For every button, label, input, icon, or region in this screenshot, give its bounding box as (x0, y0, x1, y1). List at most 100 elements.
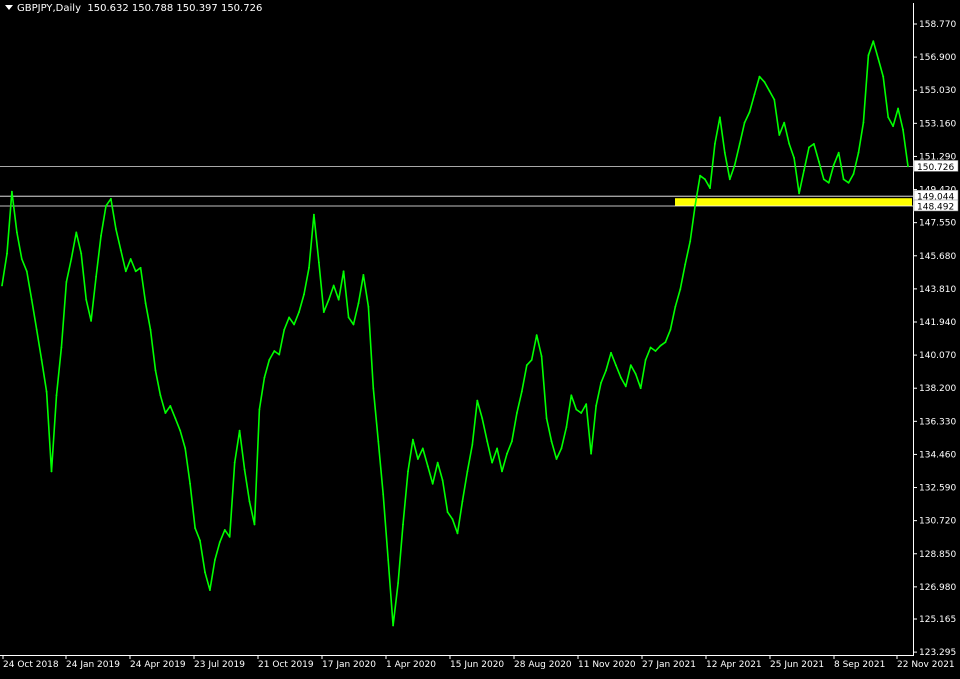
price-point (80, 252, 83, 255)
price-point (456, 532, 459, 535)
price-point (362, 274, 365, 276)
price-point (620, 376, 622, 379)
price-point (20, 258, 23, 260)
y-tick-label: 130.720 (919, 517, 956, 527)
chart-canvas[interactable]: 158.770156.900155.030153.160151.290149.4… (0, 0, 960, 675)
price-point (580, 412, 583, 414)
price-point (644, 359, 647, 361)
price-point (897, 107, 899, 110)
price-point (857, 151, 860, 154)
price-point (793, 157, 795, 159)
y-tick-label: 136.330 (919, 417, 956, 427)
x-tick-label: 23 Jul 2019 (194, 660, 245, 670)
x-tick-label: 22 Nov 2021 (897, 660, 955, 670)
price-point (679, 288, 682, 290)
price-point (694, 204, 696, 207)
price-point (555, 458, 558, 460)
price-point (268, 359, 271, 361)
price-point (481, 417, 484, 420)
price-point (511, 440, 513, 443)
price-point (223, 529, 226, 531)
price-point (95, 275, 97, 278)
price-point (45, 390, 48, 393)
price-point (684, 263, 687, 266)
y-tick-label: 138.200 (919, 384, 956, 394)
dropdown-triangle-icon[interactable] (5, 5, 13, 10)
price-point (575, 408, 578, 411)
price-point (738, 143, 741, 145)
price-point (768, 89, 771, 92)
price-point (184, 447, 187, 450)
price-point (392, 624, 394, 627)
price-point (605, 369, 607, 372)
price-point (585, 403, 588, 405)
price-point (540, 355, 543, 358)
y-tick-label: 140.070 (919, 351, 956, 361)
price-point (149, 328, 152, 331)
price-point (318, 261, 320, 264)
price-point (466, 470, 469, 473)
y-tick-label: 145.680 (919, 252, 956, 262)
price-point (30, 298, 33, 301)
price-series-line (1, 40, 909, 627)
price-point (367, 305, 370, 308)
y-tick-label: 155.030 (919, 86, 956, 96)
price-point (436, 461, 439, 464)
price-point (733, 164, 736, 167)
price-point (719, 116, 721, 119)
price-point (496, 447, 498, 450)
price-point (892, 125, 894, 128)
price-point (590, 452, 592, 455)
price-point (506, 452, 508, 455)
ohlc-readout: 150.632 150.788 150.397 150.726 (87, 3, 263, 14)
price-point (164, 412, 167, 414)
price-point (867, 54, 870, 57)
y-tick-label: 153.160 (919, 119, 956, 129)
price-point (421, 447, 424, 450)
x-tick-label: 24 Oct 2018 (3, 660, 59, 670)
price-point (412, 438, 414, 441)
price-point (763, 81, 766, 83)
price-point (451, 518, 454, 521)
price-point (773, 98, 776, 101)
price-point (218, 541, 221, 544)
price-point (372, 387, 375, 390)
price-point (119, 249, 122, 252)
price-point (837, 151, 840, 154)
price-point (629, 364, 632, 367)
y-tick-label: 158.770 (919, 20, 956, 30)
price-point (560, 447, 563, 450)
price-point (491, 461, 493, 464)
y-tick-label: 123.295 (919, 648, 956, 658)
price-point (446, 511, 449, 513)
price-point (728, 178, 731, 181)
price-point (872, 40, 875, 43)
y-tick-label: 132.590 (919, 484, 956, 494)
price-point (40, 359, 43, 361)
price-point (748, 111, 751, 113)
price-point (75, 231, 78, 234)
price-point (253, 523, 256, 526)
price-point (397, 582, 399, 584)
price-point (808, 146, 810, 149)
price-point (387, 559, 390, 561)
price-point (520, 390, 523, 393)
price-point (847, 181, 850, 184)
price-point (709, 187, 711, 190)
price-point (337, 298, 340, 301)
current-price-tag: 150.726 (917, 163, 954, 173)
y-tick-label: 156.900 (919, 53, 956, 63)
price-point (624, 385, 627, 388)
price-point (288, 316, 290, 319)
price-point (615, 364, 617, 367)
price-point (332, 284, 335, 287)
price-point (313, 213, 315, 216)
price-point (476, 399, 479, 402)
price-point (60, 346, 63, 349)
price-point (139, 266, 142, 269)
price-point (649, 346, 652, 349)
support-zone (675, 198, 912, 206)
price-chart[interactable]: 158.770156.900155.030153.160151.290149.4… (0, 0, 960, 675)
y-tick-label: 126.980 (919, 583, 956, 593)
price-point (159, 394, 162, 397)
